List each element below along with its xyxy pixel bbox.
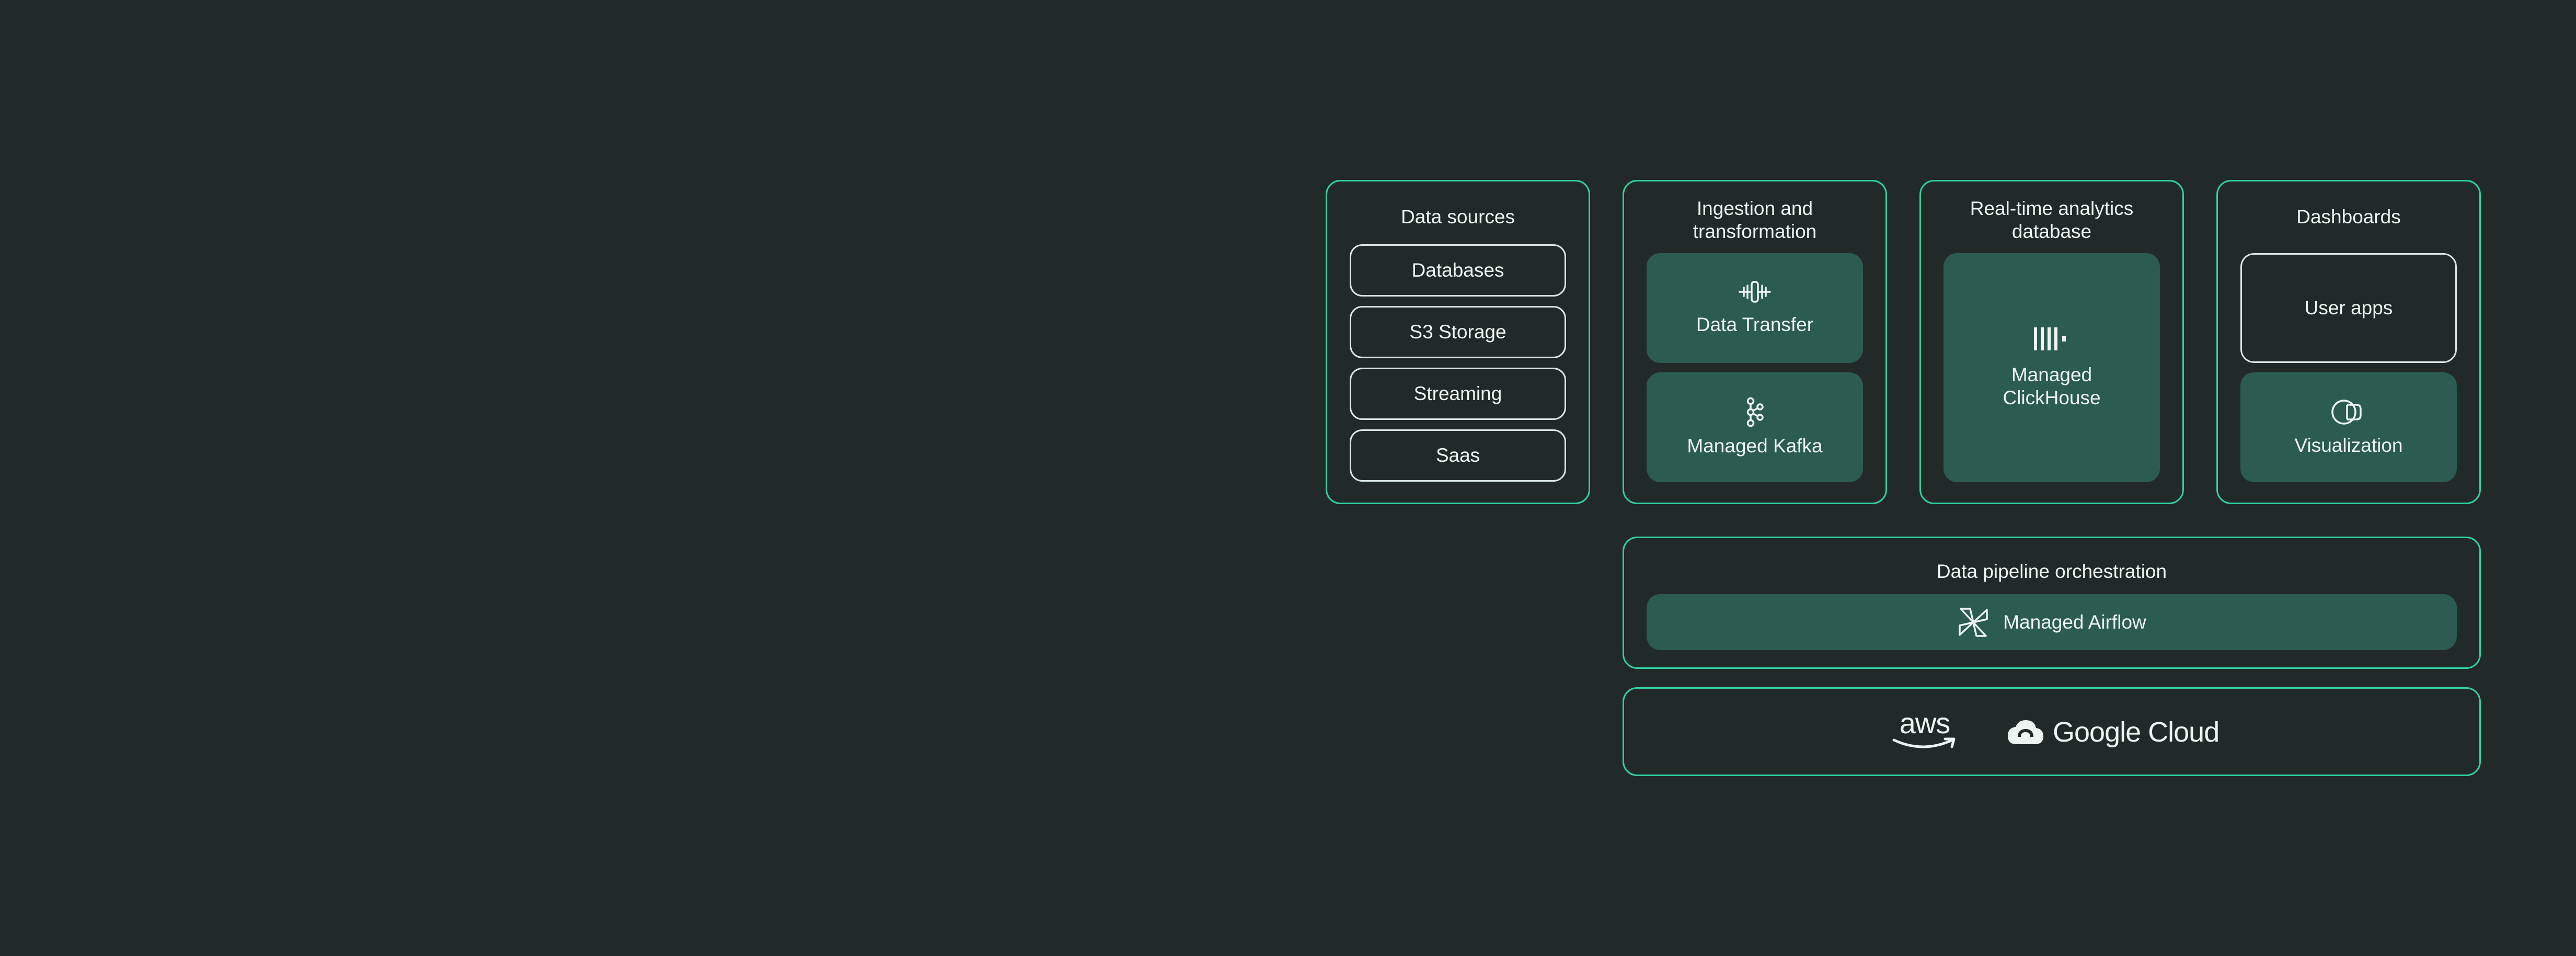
managed-airflow-tile[interactable]: Managed Airflow xyxy=(1647,594,2457,650)
clickhouse-icon xyxy=(2034,327,2066,350)
dashboards-title: Dashboards xyxy=(2296,206,2401,227)
analytics-title-line1: Real-time analytics xyxy=(1970,198,2134,219)
visualization-icon xyxy=(2331,400,2362,425)
aws-logo-text: aws xyxy=(1899,707,1951,739)
airflow-icon xyxy=(1959,607,1988,637)
visualization-tile[interactable]: Visualization xyxy=(2240,372,2457,482)
ingestion-title-line2: transformation xyxy=(1693,221,1817,242)
data-sources-panel: Data sources Databases S3 Storage Stream… xyxy=(1326,180,1590,504)
orchestration-panel: Data pipeline orchestration Managed Airf… xyxy=(1623,537,2481,669)
analytics-title-line2: database xyxy=(2011,221,2092,242)
ingestion-title-line1: Ingestion and xyxy=(1696,198,1813,219)
google-cloud-icon xyxy=(2008,720,2043,744)
managed-clickhouse-tile[interactable]: Managed ClickHouse xyxy=(1944,253,2160,482)
orchestration-title: Data pipeline orchestration xyxy=(1936,561,2167,582)
source-streaming[interactable]: Streaming xyxy=(1350,368,1566,420)
user-apps-tile[interactable]: User apps xyxy=(2240,253,2457,363)
ingestion-title: Ingestion and transformation xyxy=(1624,197,1885,243)
source-databases[interactable]: Databases xyxy=(1350,244,1566,297)
data-sources-title: Data sources xyxy=(1401,206,1515,227)
managed-clickhouse-label-line1: Managed xyxy=(2011,364,2092,385)
data-transfer-icon xyxy=(1739,281,1771,303)
cloud-providers-panel: aws Google Cloud xyxy=(1623,687,2481,776)
google-cloud-text: Google Cloud xyxy=(2053,716,2220,748)
managed-airflow-label: Managed Airflow xyxy=(2003,611,2146,633)
source-saas[interactable]: Saas xyxy=(1350,429,1566,482)
aws-logo: aws xyxy=(1891,709,1959,756)
managed-clickhouse-label-line2: ClickHouse xyxy=(2003,387,2101,408)
google-cloud-logo: Google Cloud xyxy=(2006,709,2225,756)
data-transfer-tile[interactable]: Data Transfer xyxy=(1647,253,1863,363)
managed-kafka-label: Managed Kafka xyxy=(1687,435,1823,457)
ingestion-panel: Ingestion and transformation Data Transf… xyxy=(1623,180,1887,504)
analytics-panel: Real-time analytics database Managed Cli… xyxy=(1919,180,2184,504)
source-s3-storage[interactable]: S3 Storage xyxy=(1350,306,1566,358)
kafka-icon xyxy=(1746,397,1764,427)
visualization-label: Visualization xyxy=(2294,435,2403,456)
analytics-title: Real-time analytics database xyxy=(1921,197,2182,243)
managed-kafka-tile[interactable]: Managed Kafka xyxy=(1647,372,1863,482)
dashboards-panel: Dashboards User apps Visualization xyxy=(2216,180,2481,504)
data-transfer-label: Data Transfer xyxy=(1696,314,1814,335)
